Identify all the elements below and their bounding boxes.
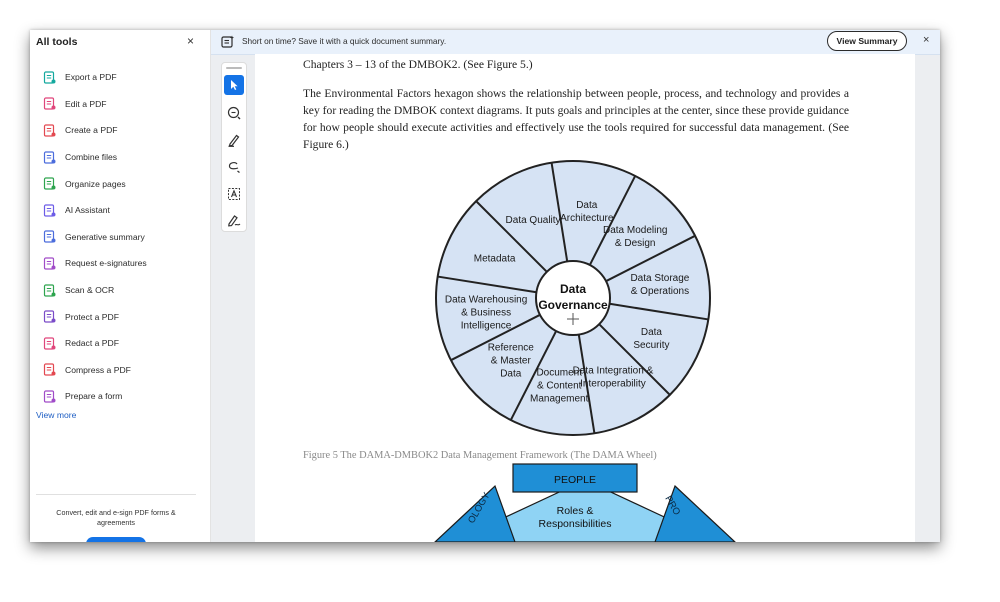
tool-item[interactable]: Protect a PDF [30, 303, 210, 330]
sign-icon[interactable] [224, 210, 244, 230]
tool-item-label: Edit a PDF [65, 98, 107, 109]
tool-item-label: Compress a PDF [65, 364, 131, 375]
acrobat-window: All tools × Export a PDF Edit a PDF Create… [30, 30, 940, 542]
tool-item[interactable]: Prepare a form [30, 383, 210, 410]
tool-item[interactable]: Organize pages [30, 170, 210, 197]
tool-item[interactable]: Generative summary [30, 224, 210, 251]
wheel-center-label: Governance [538, 298, 608, 312]
pdf-page: Chapters 3 – 13 of the DMBOK2. (See Figu… [255, 54, 915, 542]
promo-button[interactable] [86, 537, 146, 542]
wheel-segment-label: Metadata [474, 254, 516, 265]
tool-item-label: Scan & OCR [65, 285, 115, 296]
tool-item[interactable]: Export a PDF [30, 64, 210, 91]
tool-item[interactable]: Create a PDF [30, 117, 210, 144]
tool-item-label: Redact a PDF [65, 338, 119, 349]
dama-wheel-figure: Data ArchitectureData Modeling & DesignDat… [435, 160, 711, 436]
summary-banner: Short on time? Save it with a quick docu… [211, 30, 940, 55]
document-line: Chapters 3 – 13 of the DMBOK2. (See Figu… [303, 58, 533, 71]
add-comment-icon[interactable] [224, 103, 244, 123]
tool-item-label: Create a PDF [65, 125, 118, 136]
view-more-link[interactable]: View more [36, 410, 76, 420]
prepare-form-icon [42, 389, 56, 403]
protect-pdf-icon [42, 310, 56, 324]
all-tools-panel: All tools × Export a PDF Edit a PDF Create… [30, 30, 211, 542]
tool-item[interactable]: Redact a PDF [30, 330, 210, 357]
banner-close-button[interactable]: × [923, 34, 929, 46]
e-signature-icon [42, 256, 56, 270]
create-pdf-icon [42, 123, 56, 137]
banner-text: Short on time? Save it with a quick docu… [242, 36, 447, 46]
tool-item[interactable]: Edit a PDF [30, 91, 210, 118]
tool-item[interactable]: AI Assistant [30, 197, 210, 224]
tool-item[interactable]: Scan & OCR [30, 277, 210, 304]
document-paragraph: The Environmental Factors hexagon shows … [303, 87, 849, 151]
scan-ocr-icon [42, 283, 56, 297]
compress-pdf-icon [42, 363, 56, 377]
tool-item-label: AI Assistant [65, 205, 110, 216]
hexagon-inner-label: Roles & [557, 505, 594, 517]
tool-item[interactable]: Request e-signatures [30, 250, 210, 277]
organize-pages-icon [42, 177, 56, 191]
divider [36, 494, 196, 495]
tool-item-label: Combine files [65, 152, 118, 163]
promo-text: Convert, edit and e-sign PDF forms & agr… [56, 508, 176, 527]
wheel-segment-label: Document & Content Management [530, 367, 589, 404]
document-area: Short on time? Save it with a quick docu… [211, 30, 940, 542]
tools-panel-title: All tools [36, 36, 78, 48]
tool-item-label: Request e-signatures [65, 258, 147, 269]
generative-summary-icon [42, 230, 56, 244]
view-summary-button[interactable]: View Summary [827, 31, 907, 51]
ai-assistant-icon [42, 203, 56, 217]
tool-item[interactable]: Compress a PDF [30, 357, 210, 384]
wheel-segment-label: Data Quality [506, 215, 561, 226]
environmental-factors-hexagon: PEOPLERoles &ResponsibilitiesOLOGY PRO [434, 463, 736, 542]
tool-item-label: Generative summary [65, 231, 145, 242]
edit-pdf-icon [42, 97, 56, 111]
tool-list: Export a PDF Edit a PDF Create a PDF Combin… [30, 64, 210, 410]
tool-item-label: Prepare a form [65, 391, 123, 402]
toolbar-grip[interactable] [226, 67, 242, 69]
tool-item-label: Export a PDF [65, 72, 117, 83]
select-cursor-icon[interactable] [224, 75, 244, 95]
text-box-icon[interactable] [224, 184, 244, 204]
tool-item-label: Organize pages [65, 178, 126, 189]
highlight-pen-icon[interactable] [224, 130, 244, 150]
combine-files-icon [42, 150, 56, 164]
draw-freehand-icon[interactable] [224, 157, 244, 177]
summary-icon [221, 35, 235, 54]
hexagon-right-block [654, 484, 736, 542]
hexagon-people-label: PEOPLE [554, 474, 596, 486]
tool-item[interactable]: Combine files [30, 144, 210, 171]
figure-caption: Figure 5 The DAMA-DMBOK2 Data Management… [303, 450, 657, 461]
hexagon-inner-label: Responsibilities [539, 518, 612, 530]
tool-item-label: Protect a PDF [65, 311, 119, 322]
annotation-toolbar [221, 62, 247, 232]
export-pdf-icon [42, 70, 56, 84]
redact-pdf-icon [42, 336, 56, 350]
wheel-center-label: Data [560, 282, 586, 296]
tools-panel-close-button[interactable]: × [187, 34, 194, 48]
